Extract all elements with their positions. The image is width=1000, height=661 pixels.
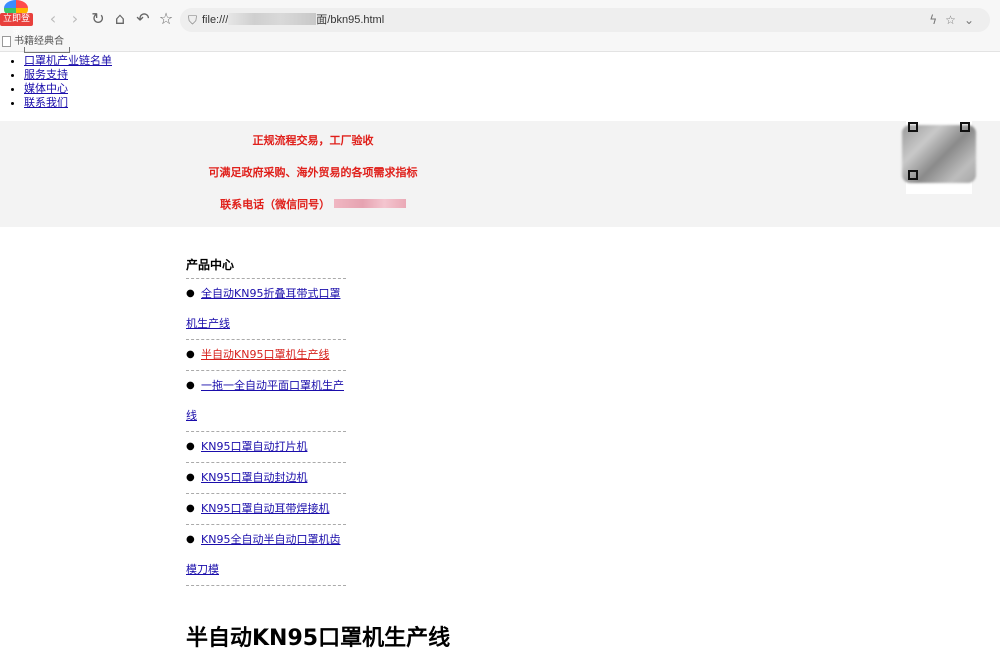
sidebar-link-earloop-welder[interactable]: KN95口罩自动耳带焊接机 <box>186 494 346 524</box>
product-sidebar: 产品中心 ● 全自动KN95折叠耳带式口罩 机生产线 ● 半自动KN95口罩机生… <box>186 255 346 586</box>
banner-line-2: 可满足政府采购、海外贸易的各项需求指标 <box>208 166 418 179</box>
lightning-icon[interactable]: ϟ <box>929 13 945 27</box>
banner-line-1: 正规流程交易，工厂验收 <box>252 134 374 147</box>
forward-icon[interactable]: › <box>65 9 85 29</box>
nav-link-media[interactable]: 媒体中心 <box>24 82 68 95</box>
sidebar-item: ● 一拖一全自动平面口罩机生产 线 <box>186 371 346 432</box>
qr-corner <box>908 122 918 132</box>
sidebar-item: ● KN95口罩自动封边机 <box>186 463 346 494</box>
top-nav-item: 口罩机产业链名单 <box>24 54 112 68</box>
bullet-icon: ● <box>186 472 195 483</box>
bullet-icon: ● <box>186 380 195 391</box>
sidebar-title: 产品中心 <box>186 255 346 279</box>
reload-icon[interactable]: ↻ <box>88 9 108 29</box>
bullet-icon: ● <box>186 288 195 299</box>
sidebar-item: ● KN95全自动半自动口罩机齿 模刀模 <box>186 525 346 586</box>
qr-code-image <box>902 120 976 194</box>
bullet-icon: ● <box>186 349 195 360</box>
shield-icon: ⛉ <box>188 13 198 27</box>
banner-phone: 联系电话（微信同号） <box>163 197 463 213</box>
bullet-icon: ● <box>186 503 195 514</box>
nav-link-service[interactable]: 服务支持 <box>24 68 68 81</box>
phone-redacted <box>333 199 406 208</box>
sidebar-link-semi-auto-kn95-line[interactable]: 半自动KN95口罩机生产线 <box>186 340 346 370</box>
favorite-icon[interactable]: ☆ <box>945 13 964 27</box>
sidebar-link-flat-mask-line[interactable]: 一拖一全自动平面口罩机生产 <box>186 371 346 401</box>
undo-icon[interactable]: ↶ <box>133 9 153 29</box>
address-row: ‹ › ↻ ⌂ ↶ ☆ ⛉ file:///面/bkn95.html ϟ☆⌄ <box>0 6 1000 32</box>
url-text: file:/// 面/bkn95.html <box>202 8 384 32</box>
address-bar[interactable]: ⛉ file:/// 面/bkn95.html ϟ☆⌄ <box>180 8 990 32</box>
banner-line-3: 联系电话（微信同号） <box>220 198 331 211</box>
top-nav-list: 口罩机产业链名单 服务支持 媒体中心 联系我们 <box>24 54 112 110</box>
url-prefix: file:/// <box>202 14 229 26</box>
sidebar-item: ● 全自动KN95折叠耳带式口罩 机生产线 <box>186 279 346 340</box>
sidebar-link-flat-mask-line-cont[interactable]: 线 <box>186 401 346 431</box>
nav-link-supply-chain[interactable]: 口罩机产业链名单 <box>24 54 112 67</box>
url-actions: ϟ☆⌄ <box>929 11 982 29</box>
sidebar-link-edge-sealer[interactable]: KN95口罩自动封边机 <box>186 463 346 493</box>
top-nav-item: 联系我们 <box>24 96 112 110</box>
url-suffix: 面/bkn95.html <box>316 14 385 26</box>
bullet-icon: ● <box>186 534 195 545</box>
qr-corner <box>908 170 918 180</box>
page-icon <box>2 36 11 47</box>
bullet-icon: ● <box>186 441 195 452</box>
home-icon[interactable]: ⌂ <box>110 9 130 29</box>
star-bookmark-icon[interactable]: ☆ <box>156 9 176 29</box>
sidebar-item: ● KN95口罩自动耳带焊接机 <box>186 494 346 525</box>
chevron-down-icon[interactable]: ⌄ <box>964 13 982 27</box>
sidebar-link-die-mold-cont[interactable]: 模刀模 <box>186 555 346 585</box>
promo-banner: 正规流程交易，工厂验收 可满足政府采购、海外贸易的各项需求指标 联系电话（微信同… <box>0 121 1000 227</box>
cut-off-element <box>24 47 70 53</box>
sidebar-link-auto-kn95-line-cont[interactable]: 机生产线 <box>186 309 346 339</box>
qr-corner <box>960 122 970 132</box>
back-icon[interactable]: ‹ <box>43 9 63 29</box>
sidebar-item: ● KN95口罩自动打片机 <box>186 432 346 463</box>
top-nav-item: 媒体中心 <box>24 82 112 96</box>
page-title: 半自动KN95口罩机生产线 <box>186 626 451 651</box>
browser-chrome: 立即登录 ‹ › ↻ ⌂ ↶ ☆ ⛉ file:///面/bkn95.html … <box>0 0 1000 52</box>
sidebar-link-die-mold[interactable]: KN95全自动半自动口罩机齿 <box>186 525 346 555</box>
top-nav-item: 服务支持 <box>24 68 112 82</box>
nav-link-contact[interactable]: 联系我们 <box>24 96 68 109</box>
sidebar-link-sheet-machine[interactable]: KN95口罩自动打片机 <box>186 432 346 462</box>
sidebar-link-auto-kn95-line[interactable]: 全自动KN95折叠耳带式口罩 <box>186 279 346 309</box>
sidebar-item: ● 半自动KN95口罩机生产线 <box>186 340 346 371</box>
url-redacted <box>228 13 317 25</box>
